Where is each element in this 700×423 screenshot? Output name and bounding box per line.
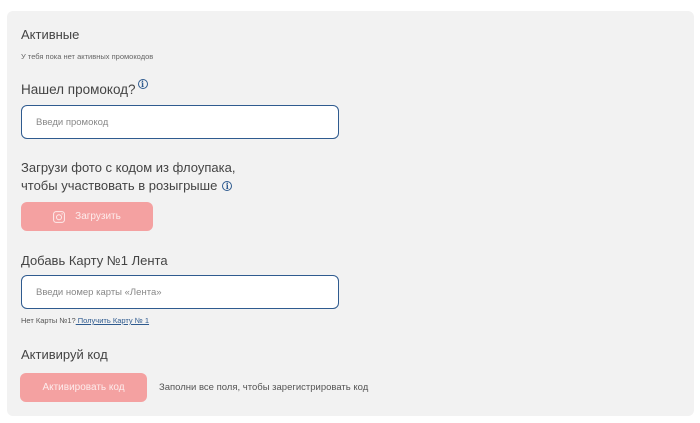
- upload-info-icon[interactable]: i: [222, 181, 233, 191]
- get-card-link[interactable]: Получить Карту № 1: [76, 316, 149, 325]
- active-section-title: Активные: [21, 27, 80, 42]
- upload-section-title: Загрузи фото с кодом из флоупака, чтобы …: [21, 159, 235, 195]
- card-number-input[interactable]: [21, 275, 339, 309]
- activate-code-button[interactable]: Активировать код: [20, 373, 147, 402]
- no-card-text: Нет Карты №1?: [21, 316, 76, 325]
- activate-hint: Заполни все поля, чтобы зарегистрировать…: [159, 382, 369, 393]
- upload-button-label: Загрузить: [75, 211, 121, 222]
- activate-section-title: Активируй код: [21, 347, 108, 362]
- promo-title-text: Нашел промокод?: [21, 82, 136, 97]
- promo-section-title: Нашел промокод? i: [21, 79, 148, 97]
- no-card-note: Нет Карты №1? Получить Карту № 1: [21, 316, 149, 325]
- no-active-promos-note: У тебя пока нет активных промокодов: [21, 52, 154, 61]
- promo-panel: Активные У тебя пока нет активных промок…: [7, 11, 694, 416]
- upload-title-line2-wrap: чтобы участвовать в розыгрыше i: [21, 177, 235, 195]
- promo-code-input[interactable]: [21, 105, 339, 139]
- card-section-title: Добавь Карту №1 Лента: [21, 253, 168, 268]
- camera-icon: [53, 210, 66, 223]
- promo-info-icon[interactable]: i: [137, 79, 148, 89]
- upload-title-line2: чтобы участвовать в розыгрыше: [21, 178, 218, 193]
- upload-photo-button[interactable]: Загрузить: [21, 202, 153, 231]
- upload-title-line1: Загрузи фото с кодом из флоупака,: [21, 160, 236, 175]
